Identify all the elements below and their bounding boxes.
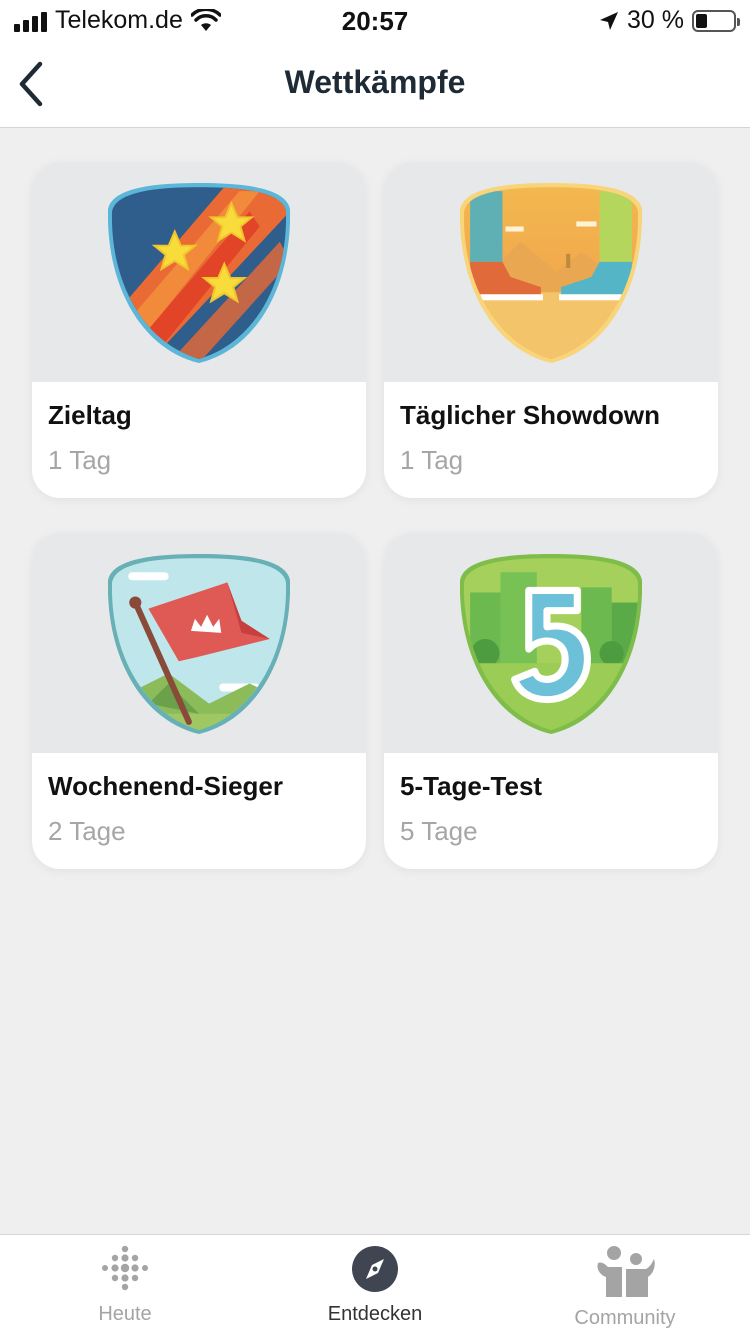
status-right: 30 % (599, 6, 740, 35)
desert-sneakers-badge-icon (460, 183, 642, 363)
challenge-title: Wochenend-Sieger (48, 771, 284, 801)
challenge-card-image (32, 162, 366, 382)
status-bar: Telekom.de 20:57 30 % (0, 0, 750, 42)
fitbit-dots-icon (102, 1245, 148, 1291)
location-arrow-icon (600, 11, 619, 30)
tab-label: Community (574, 1307, 676, 1329)
challenge-card-image (32, 533, 366, 753)
compass-icon (352, 1246, 398, 1292)
navigation-bar: Wettkämpfe (0, 42, 750, 128)
challenge-card-image (384, 162, 718, 382)
challenge-card-wochenend-sieger[interactable]: Wochenend-Sieger 2 Tage (32, 533, 366, 869)
tab-community[interactable]: Community (500, 1245, 750, 1334)
battery-level (696, 13, 707, 28)
tab-bar: Heute Entdecken Community (0, 1234, 750, 1334)
challenge-card-taeglicher-showdown[interactable]: Täglicher Showdown 1 Tag (384, 162, 718, 498)
battery-icon (692, 9, 740, 32)
challenge-duration: 1 Tag (400, 445, 464, 475)
challenge-title: 5-Tage-Test (400, 771, 543, 801)
challenge-card-5-tage-test[interactable]: 5-Tage-Test 5 Tage (384, 533, 718, 869)
battery-percentage: 30 % (627, 6, 684, 34)
tab-label: Entdecken (327, 1303, 423, 1325)
challenge-duration: 5 Tage (400, 816, 478, 846)
tab-label: Heute (98, 1303, 152, 1325)
people-icon (597, 1246, 655, 1297)
challenge-card-image (384, 533, 718, 753)
shooting-stars-badge-icon (108, 183, 290, 363)
page-title: Wettkämpfe (284, 64, 466, 100)
tab-heute[interactable]: Heute (0, 1245, 250, 1334)
tab-entdecken[interactable]: Entdecken (250, 1245, 500, 1334)
crown-flag-badge-icon (108, 554, 290, 734)
challenge-duration: 1 Tag (48, 445, 112, 475)
challenge-card-zieltag[interactable]: Zieltag 1 Tag (32, 162, 366, 498)
challenge-title: Täglicher Showdown (400, 400, 661, 430)
five-city-badge-icon (460, 554, 642, 734)
challenge-title: Zieltag (48, 400, 132, 430)
challenge-duration: 2 Tage (48, 816, 126, 846)
